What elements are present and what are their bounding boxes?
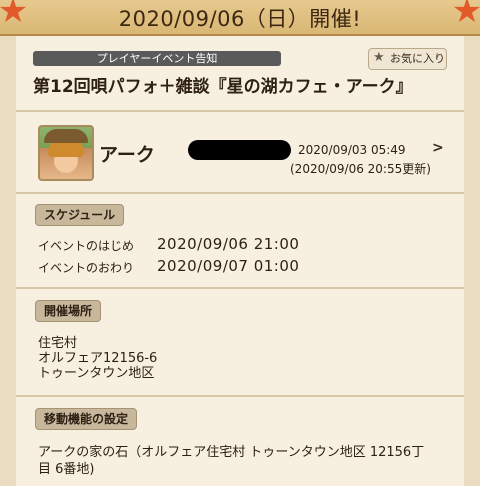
divider [16,395,464,397]
start-value: 2020/09/06 21:00 [157,235,300,253]
avatar[interactable] [38,125,94,181]
star-icon: ★ [373,50,385,65]
venue-line-3: トゥーンタウン地区 [38,366,155,381]
avatar-hat [44,129,88,143]
end-value: 2020/09/07 01:00 [157,257,300,275]
start-label: イベントのはじめ [38,239,135,253]
travel-line-2: 目 6番地) [38,462,95,477]
travel-section-label: 移動機能の設定 [35,408,138,430]
favorite-button[interactable]: ★ お気に入り [368,48,447,70]
redacted-text [188,140,291,160]
header-bar: ★ 2020/09/06（日）開催! ★ [0,0,480,36]
chevron-right-icon[interactable]: > [432,140,444,156]
favorite-label: お気に入り [390,52,445,65]
posted-time: 2020/09/03 05:49 [298,143,406,157]
schedule-section-label: スケジュール [35,204,125,226]
travel-line-1: アークの家の石（オルフェア住宅村 トゥーンタウン地区 12156丁 [38,445,425,460]
star-ornament-icon: ★ [451,0,480,31]
left-border [0,36,17,486]
event-title: 第12回唄パフォ＋雑談『星の湖カフェ・アーク』 [33,77,413,97]
venue-section-label: 開催場所 [35,300,102,322]
right-border [463,36,480,486]
author-name[interactable]: アーク [99,140,155,167]
page-title: 2020/09/06（日）開催! [118,7,362,31]
divider [16,287,464,289]
divider [16,110,464,112]
category-label: プレイヤーイベント告知 [33,51,281,66]
end-label: イベントのおわり [38,261,135,275]
updated-time: (2020/09/06 20:55更新) [290,162,431,176]
divider [16,192,464,194]
